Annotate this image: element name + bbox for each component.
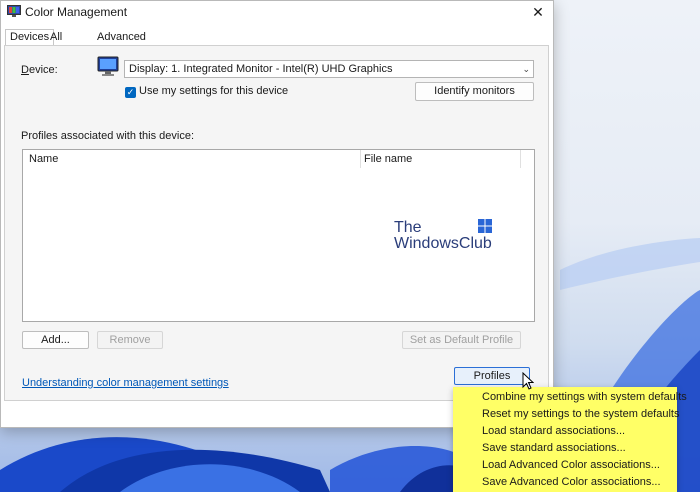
checkbox-checked-icon: ✓ (125, 87, 136, 98)
understanding-color-management-link[interactable]: Understanding color management settings (22, 377, 229, 389)
windows-logo-icon (478, 219, 492, 233)
device-select[interactable]: Display: 1. Integrated Monitor - Intel(R… (124, 60, 534, 78)
menu-item-save-standard[interactable]: Save standard associations... (482, 442, 626, 454)
column-header-name[interactable]: Name (29, 150, 58, 168)
column-header-divider (520, 150, 522, 168)
device-label-text: evice: (28, 64, 58, 76)
set-default-profile-button[interactable]: Set as Default Profile (402, 331, 521, 349)
window-title: Color Management (25, 5, 128, 19)
add-button[interactable]: Add... (22, 331, 89, 349)
menu-item-load-standard[interactable]: Load standard associations... (482, 425, 625, 437)
thewindowsclub-watermark: The WindowsClub (394, 217, 499, 253)
identify-monitors-button[interactable]: Identify monitors (415, 82, 534, 101)
menu-item-reset-settings[interactable]: Reset my settings to the system defaults (482, 408, 679, 420)
watermark-line2: WindowsClub (394, 235, 492, 252)
use-my-settings-checkbox[interactable]: ✓ Use my settings for this device (125, 85, 288, 98)
chevron-down-icon: ⌄ (522, 64, 530, 74)
device-select-value: Display: 1. Integrated Monitor - Intel(R… (129, 63, 393, 75)
menu-item-save-advanced-color[interactable]: Save Advanced Color associations... (482, 476, 661, 488)
tab-advanced[interactable]: Advanced (92, 29, 151, 45)
color-management-window: Color Management ✕ Devices All Profiles … (0, 0, 554, 428)
menu-item-combine-settings[interactable]: Combine my settings with system defaults (482, 391, 687, 403)
profiles-associated-label: Profiles associated with this device: (21, 130, 195, 142)
use-my-settings-label: Use my settings for this device (139, 85, 289, 97)
close-icon[interactable]: ✕ (523, 1, 553, 23)
profiles-dropdown-menu: Combine my settings with system defaults… (453, 387, 687, 492)
mouse-pointer-icon (522, 372, 534, 390)
menu-item-load-advanced-color[interactable]: Load Advanced Color associations... (482, 459, 660, 471)
profiles-button[interactable]: Profiles (454, 367, 530, 385)
tab-all-profiles[interactable]: All Profiles (45, 29, 92, 58)
title-bar[interactable]: Color Management ✕ (1, 1, 553, 23)
remove-button[interactable]: Remove (97, 331, 163, 349)
device-label: Device: (21, 64, 58, 76)
monitor-icon (97, 56, 119, 76)
color-management-app-icon (7, 5, 21, 17)
column-header-file-name[interactable]: File name (360, 150, 524, 168)
